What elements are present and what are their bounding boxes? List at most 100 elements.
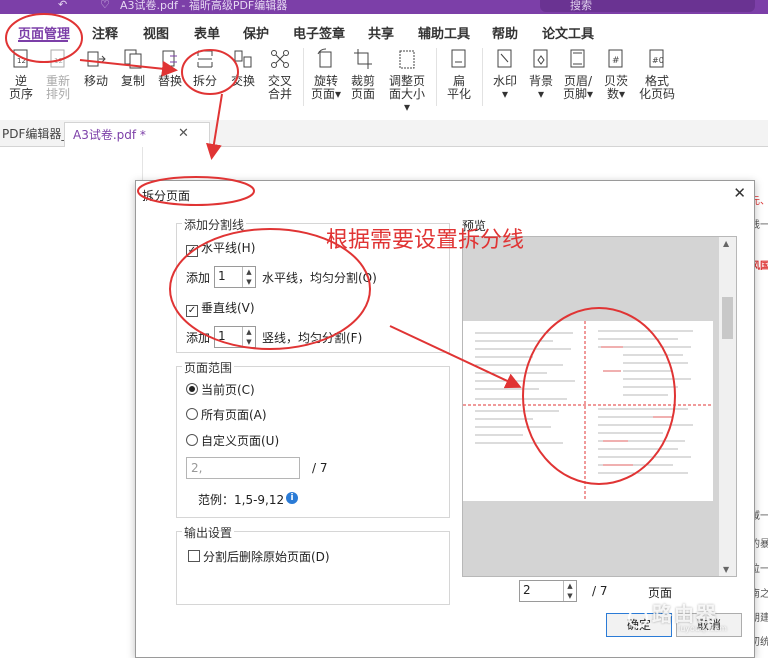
horizontal-count-stepper[interactable]: 1 ▲ ▼ bbox=[214, 266, 256, 288]
crop-icon bbox=[354, 49, 372, 69]
watermark-icon bbox=[497, 49, 512, 68]
custom-total: / 7 bbox=[312, 461, 328, 475]
output-settings-group bbox=[176, 531, 450, 605]
search-box[interactable]: 搜索 bbox=[540, 0, 755, 12]
menu-accessibility[interactable]: 辅助工具 bbox=[418, 23, 470, 42]
flatten-button[interactable]: 扁平化 bbox=[446, 48, 472, 101]
cross-merge-icon bbox=[271, 50, 289, 68]
active-menu-underline bbox=[18, 40, 68, 42]
page-number-icon: #0 bbox=[649, 49, 664, 68]
bates-number-icon: # bbox=[608, 49, 623, 68]
menu-protect[interactable]: 保护 bbox=[243, 23, 269, 42]
svg-text:#0: #0 bbox=[652, 56, 664, 65]
checkbox-checked-icon: ✓ bbox=[186, 245, 198, 257]
checkbox-checked-icon: ✓ bbox=[186, 305, 198, 317]
move-button[interactable]: 移动 bbox=[83, 48, 109, 88]
add-label: 添加 bbox=[186, 271, 211, 285]
dialog-title: 拆分页面 bbox=[142, 189, 191, 203]
format-page-number-button[interactable]: #0 格式 化页码 bbox=[638, 48, 676, 101]
all-pages-radio[interactable]: 所有页面(A) bbox=[186, 406, 267, 423]
menu-form[interactable]: 表单 bbox=[194, 23, 220, 42]
title-bar: ↶ ♡ A3试卷.pdf - 福昕高级PDF编辑器 搜索 bbox=[0, 0, 768, 14]
preview-scrollbar[interactable]: ▲ ▼ bbox=[719, 237, 736, 576]
output-settings-title: 输出设置 bbox=[182, 524, 235, 541]
horizontal-line-checkbox[interactable]: ✓ 水平线(H) bbox=[186, 239, 255, 257]
preview-page-content bbox=[463, 321, 713, 501]
menu-e-signature[interactable]: 电子签章 bbox=[293, 23, 345, 42]
copy-icon bbox=[124, 49, 142, 69]
close-icon[interactable]: ✕ bbox=[178, 126, 189, 141]
vertical-count-stepper[interactable]: 1 ▲ ▼ bbox=[214, 326, 256, 348]
vertical-suffix: 竖线，均匀分割(F) bbox=[262, 331, 363, 345]
rearrange-button[interactable]: 12 重新 排列 bbox=[45, 48, 71, 101]
watermark-domain: luyouqi.com bbox=[678, 624, 727, 633]
crop-page-button[interactable]: 裁剪 页面 bbox=[350, 48, 376, 101]
undo-icon[interactable]: ↶ bbox=[58, 0, 67, 11]
radio-icon bbox=[186, 408, 198, 420]
close-icon[interactable]: ✕ bbox=[733, 184, 746, 202]
stepper-arrows-icon[interactable]: ▲ ▼ bbox=[563, 581, 576, 601]
radio-icon bbox=[186, 434, 198, 446]
rotate-page-button[interactable]: 旋转 页面▾ bbox=[308, 48, 344, 101]
reverse-order-button[interactable]: 12 逆页序 bbox=[8, 48, 34, 101]
menu-share[interactable]: 共享 bbox=[368, 23, 394, 42]
dropdown-icon[interactable]: ♡ bbox=[100, 0, 110, 11]
window-title: A3试卷.pdf - 福昕高级PDF编辑器 bbox=[120, 0, 288, 12]
horizontal-suffix: 水平线，均匀分割(O) bbox=[262, 271, 377, 285]
background-button[interactable]: 背景 ▾ bbox=[526, 48, 556, 101]
scroll-up-icon[interactable]: ▲ bbox=[723, 239, 729, 248]
vertical-line-checkbox[interactable]: ✓ 垂直线(V) bbox=[186, 299, 255, 317]
tab-pdf-editor[interactable]: PDF编辑器_... bbox=[0, 122, 68, 146]
add-label: 添加 bbox=[186, 331, 211, 345]
stepper-arrows-icon[interactable]: ▲ ▼ bbox=[242, 327, 255, 347]
menu-annotate[interactable]: 注释 bbox=[92, 23, 118, 42]
move-icon bbox=[87, 51, 106, 67]
menu-view[interactable]: 视图 bbox=[143, 23, 169, 42]
bates-number-button[interactable]: # 贝茨 数▾ bbox=[602, 48, 630, 101]
watermark-logo-icon bbox=[628, 608, 648, 628]
watermark: 路由器 bbox=[652, 602, 718, 626]
watermark-button[interactable]: 水印 ▾ bbox=[490, 48, 520, 101]
ribbon-separator bbox=[482, 48, 483, 106]
search-placeholder: 搜索 bbox=[570, 0, 592, 12]
copy-button[interactable]: 复制 bbox=[120, 48, 146, 88]
rearrange-icon: 12 bbox=[50, 49, 65, 68]
swap-icon bbox=[234, 50, 252, 68]
annotation-label: 根据需要设置拆分线 bbox=[326, 228, 525, 253]
info-icon[interactable]: i bbox=[286, 492, 298, 504]
document-tabs: PDF编辑器_... A3试卷.pdf * ✕ bbox=[0, 120, 768, 147]
custom-pages-radio[interactable]: 自定义页面(U) bbox=[186, 432, 279, 449]
menu-help[interactable]: 帮助 bbox=[492, 23, 518, 42]
reverse-order-icon: 12 bbox=[13, 49, 28, 68]
preview-total: / 7 bbox=[592, 584, 608, 598]
custom-pages-input[interactable]: 2, bbox=[186, 457, 300, 479]
scroll-thumb[interactable] bbox=[722, 297, 733, 339]
swap-button[interactable]: 交换 bbox=[230, 48, 256, 88]
rotate-icon bbox=[317, 48, 332, 68]
menu-thesis-tools[interactable]: 论文工具 bbox=[542, 23, 594, 42]
add-split-lines-title: 添加分割线 bbox=[182, 216, 247, 233]
page-range-title: 页面范围 bbox=[182, 359, 235, 376]
svg-text:12: 12 bbox=[17, 57, 26, 65]
scroll-down-icon[interactable]: ▼ bbox=[723, 565, 729, 574]
cross-merge-button[interactable]: 交叉 合并 bbox=[265, 48, 295, 101]
flatten-icon bbox=[451, 49, 466, 68]
preview-page-stepper[interactable]: 2 ▲ ▼ bbox=[519, 580, 577, 602]
ribbon-separator bbox=[303, 48, 304, 106]
resize-icon bbox=[399, 50, 415, 69]
resize-page-button[interactable]: 调整页 面大小▾ bbox=[386, 48, 428, 114]
stepper-arrows-icon[interactable]: ▲ ▼ bbox=[242, 267, 255, 287]
delete-original-checkbox[interactable]: 分割后删除原始页面(D) bbox=[188, 548, 330, 565]
current-page-radio[interactable]: 当前页(C) bbox=[186, 381, 255, 398]
header-footer-button[interactable]: 页眉/页脚▾ bbox=[562, 48, 594, 101]
ribbon-toolbar: 12 逆页序 12 重新 排列 移动 复制 替换 拆分 交换 交叉 合并 旋转 页面▾… bbox=[0, 44, 768, 114]
preview-pane: ▲ ▼ bbox=[462, 236, 737, 577]
split-icon bbox=[197, 50, 213, 68]
background-icon bbox=[533, 49, 548, 68]
preview-page bbox=[463, 321, 713, 501]
replace-icon bbox=[162, 50, 177, 67]
replace-button[interactable]: 替换 bbox=[157, 48, 183, 88]
radio-selected-icon bbox=[186, 383, 198, 395]
header-footer-icon bbox=[570, 49, 585, 68]
split-button[interactable]: 拆分 bbox=[192, 48, 218, 88]
